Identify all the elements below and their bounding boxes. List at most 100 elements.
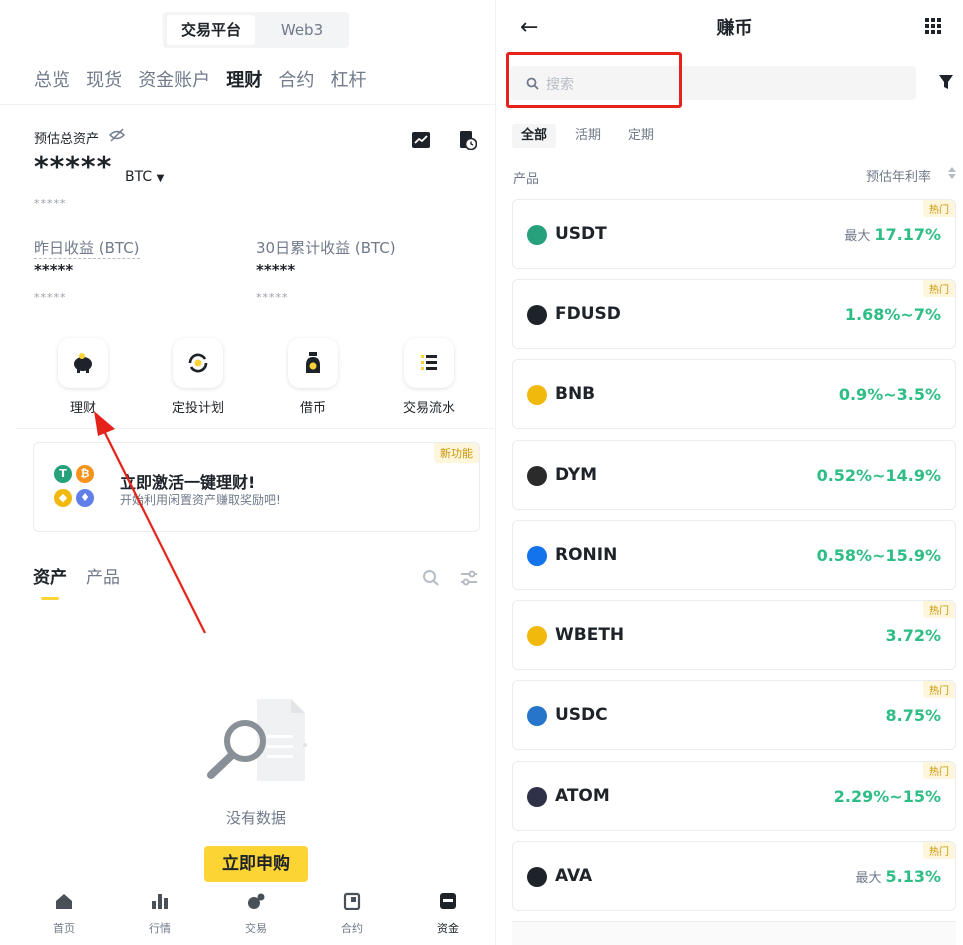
nav-trade-label: 交易 [245,922,267,935]
filter-funnel-icon[interactable] [938,74,954,90]
assets-fiat-value: ***** [34,197,67,210]
nav-futures[interactable]: 合约 [322,892,382,936]
ava-coin-icon [527,867,547,887]
apr-value: 2.29%~15% [833,787,941,806]
apr-value: 8.75% [885,706,941,725]
hot-badge: 热门 [923,280,955,297]
product-card[interactable]: 热门 AVA 最大 5.13% [512,841,956,911]
product-apr: 8.75% [885,706,941,725]
eye-hidden-icon[interactable] [109,127,125,146]
apr-value: 5.13% [885,867,941,886]
quick-action-loan-label: 借币 [299,401,326,416]
column-product-label: 产品 [513,172,540,187]
product-name: FDUSD [555,304,621,324]
product-name: ATOM [555,786,610,806]
product-card[interactable]: BNB 0.9%~3.5% [512,359,956,429]
dym-coin-icon [527,466,547,486]
product-card[interactable]: 热门 USDC 8.75% [512,680,956,750]
pnl-chart-icon[interactable] [412,132,430,152]
empty-state-text: 没有数据 [225,809,286,827]
atom-coin-icon [527,787,547,807]
product-name: BNB [555,384,596,404]
new-feature-badge: 新功能 [434,443,479,463]
sort-icon[interactable] [948,167,956,179]
wbeth-coin-icon [527,626,547,646]
filter-tab-all[interactable]: 全部 [512,124,557,148]
filter-sliders-icon[interactable] [459,569,479,591]
product-name: AVA [555,866,593,886]
column-apr-sort[interactable]: 预估年利率 [866,166,931,185]
product-name: WBETH [555,625,625,645]
annotation-highlight-box [506,52,682,108]
tab-earn[interactable]: 理财 [226,66,262,92]
annotation-arrow-icon [94,411,206,634]
next-card-peek [512,921,956,945]
history-icon[interactable] [459,130,478,154]
wallet-panel: 交易平台 Web3 总览 现货 资金账户 理财 合约 杠杆 预估总资产 ****… [0,0,495,945]
nav-divider [0,104,495,105]
filter-tab-flexible[interactable]: 活期 [566,124,610,148]
quick-action-transactions[interactable]: 交易流水 [389,338,469,416]
product-card[interactable]: 热门 FDUSD 1.68%~7% [512,279,956,349]
hot-badge: 热门 [923,762,955,779]
product-name: RONIN [555,545,618,565]
currency-selector[interactable]: BTC ▼ [125,169,164,185]
active-tab-indicator [41,597,59,600]
tab-assets[interactable]: 资产 [33,563,67,588]
nav-futures-label: 合约 [341,922,363,935]
home-icon [56,894,72,909]
nav-assets-label: 资金 [437,922,459,935]
apr-value: 17.17% [874,225,941,244]
yesterday-pnl-fiat: ***** [34,291,67,304]
tab-spot[interactable]: 现货 [86,66,122,92]
month-pnl-fiat: ***** [256,291,289,304]
grid-menu-icon[interactable] [925,18,941,34]
product-card[interactable]: DYM 0.52%~14.9% [512,440,956,510]
page-title: 赚币 [716,18,753,39]
search-icon[interactable] [422,569,440,591]
nav-markets[interactable]: 行情 [130,892,190,936]
wallet-icon [440,893,456,909]
max-prefix: 最大 [855,871,882,886]
quick-action-loan[interactable]: 借币 [273,338,353,416]
apr-value: 0.9%~3.5% [838,385,941,404]
tab-margin[interactable]: 杠杆 [330,66,366,92]
tab-overview[interactable]: 总览 [34,66,70,92]
nav-home[interactable]: 首页 [34,892,94,936]
product-apr: 0.58%~15.9% [817,546,941,565]
platform-toggle[interactable]: 交易平台 Web3 [163,12,349,48]
apr-value: 3.72% [885,626,941,645]
caret-down-icon: ▼ [156,173,165,184]
product-card[interactable]: 热门 WBETH 3.72% [512,600,956,670]
hot-badge: 热门 [923,842,955,859]
filter-tab-locked[interactable]: 定期 [619,124,663,148]
usdt-coin-icon: T [54,465,72,483]
ronin-coin-icon [527,546,547,566]
toggle-exchange[interactable]: 交易平台 [167,15,255,45]
product-apr: 最大 17.17% [844,225,941,244]
product-card[interactable]: 热门 USDT 最大 17.17% [512,199,956,269]
yesterday-pnl-label[interactable]: 昨日收益 (BTC) [34,237,140,259]
empty-magnifier-icon [207,699,307,781]
product-apr: 1.68%~7% [845,305,941,324]
apr-value: 0.52%~14.9% [816,466,941,485]
subscribe-now-button[interactable]: 立即申购 [204,846,308,882]
month-pnl-value: ***** [256,261,296,279]
yesterday-pnl-value: ***** [34,261,74,279]
toggle-web3[interactable]: Web3 [259,15,345,45]
nav-trade[interactable]: 交易 [226,892,286,936]
bnb-coin-icon: ◆ [54,489,72,507]
wallet-nav-tabs: 总览 现货 资金账户 理财 合约 杠杆 [34,66,377,96]
tab-futures[interactable]: 合约 [278,66,314,92]
product-apr: 最大 5.13% [855,867,941,886]
nav-assets[interactable]: 资金 [418,892,478,936]
tab-funding[interactable]: 资金账户 [138,66,210,92]
auto-invest-icon [173,338,223,388]
max-prefix: 最大 [844,229,871,244]
product-card[interactable]: 热门 ATOM 2.29%~15% [512,761,956,831]
product-card[interactable]: RONIN 0.58%~15.9% [512,520,956,590]
product-apr: 0.9%~3.5% [839,385,941,404]
fdusd-coin-icon [527,305,547,325]
product-name: USDC [555,705,608,725]
currency-label: BTC [125,169,153,185]
